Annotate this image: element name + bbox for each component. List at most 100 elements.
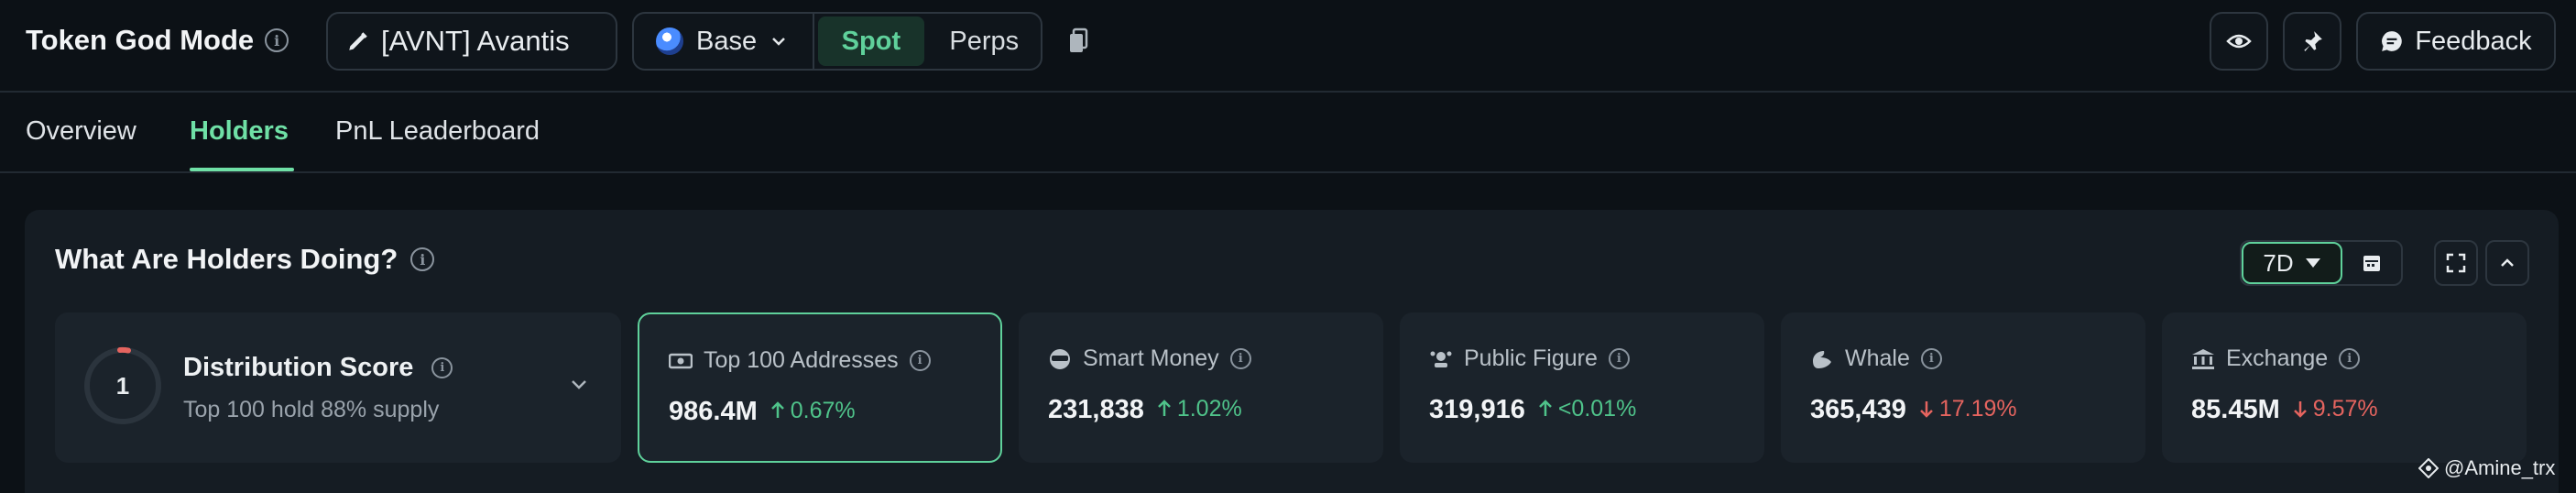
collapse-button[interactable] [2485, 240, 2529, 286]
metric-value-row: 231,838 1.02% [1048, 395, 1242, 425]
metric-change: 17.19% [1919, 396, 2017, 422]
distribution-score-card[interactable]: 1 Distribution Score i Top 100 hold 88% … [55, 312, 621, 463]
pencil-icon [349, 32, 367, 50]
chain-label: Base [696, 26, 758, 56]
metric-header: Whale i [1810, 345, 1942, 372]
panel-title: What Are Holders Doing? [55, 243, 398, 275]
chevron-down-icon [772, 38, 785, 46]
app-title-group: Token God Mode i [26, 24, 289, 57]
calendar-icon [2363, 256, 2380, 271]
segment-perps[interactable]: Perps [928, 14, 1041, 69]
info-icon[interactable]: i [265, 28, 289, 52]
watch-button[interactable] [2210, 12, 2268, 71]
metric-value: 986.4M [669, 397, 758, 426]
base-chain-icon [656, 27, 683, 55]
bank-icon [2192, 348, 2214, 369]
active-tab-indicator [190, 168, 294, 171]
distribution-score-value: 1 [115, 371, 130, 400]
metric-label: Public Figure [1464, 345, 1598, 371]
period-dropdown[interactable]: 7D [2242, 242, 2342, 284]
info-icon[interactable]: i [410, 247, 435, 271]
sunglasses-icon [1050, 348, 1070, 369]
arrow-up-icon [770, 401, 784, 418]
distribution-title-group: Distribution Score i [183, 353, 453, 383]
watermark: @Amine_trx [2418, 456, 2555, 480]
copy-icon[interactable] [1068, 27, 1090, 55]
metric-label: Exchange [2226, 345, 2329, 371]
metric-change: 9.57% [2293, 396, 2378, 422]
metric-change-value: <0.01% [1557, 395, 1637, 422]
distribution-title: Distribution Score [183, 353, 414, 382]
metric-label: Top 100 Addresses [704, 347, 899, 373]
feedback-button[interactable]: Feedback [2356, 12, 2556, 71]
tab-bar: Overview Holders PnL Leaderboard [0, 93, 2576, 173]
metric-card-whale[interactable]: Whale i 365,439 17.19% [1781, 312, 2145, 463]
info-icon[interactable]: i [1229, 348, 1251, 369]
calendar-button[interactable] [2342, 242, 2401, 284]
metric-value: 231,838 [1048, 395, 1144, 424]
metric-header: Smart Money i [1048, 345, 1251, 372]
panel-title-group: What Are Holders Doing? i [55, 243, 435, 276]
metric-header: Exchange i [2191, 345, 2361, 372]
info-icon[interactable]: i [1920, 348, 1942, 369]
caret-down-icon [2305, 258, 2320, 268]
metric-label: Whale [1845, 345, 1910, 371]
metric-change: <0.01% [1538, 395, 1637, 422]
crown-icon [1430, 351, 1452, 367]
distribution-subtitle: Top 100 hold 88% supply [183, 397, 440, 422]
metric-value: 319,916 [1429, 395, 1525, 424]
metric-header: Public Figure i [1429, 345, 1630, 372]
expand-icon [2446, 253, 2466, 273]
tab-holders[interactable]: Holders [190, 116, 289, 147]
metric-change-value: 0.67% [790, 397, 856, 423]
token-label: [AVNT] Avantis [381, 25, 570, 57]
eye-icon [2226, 34, 2252, 49]
tab-pnl-leaderboard[interactable]: PnL Leaderboard [335, 116, 540, 147]
whale-icon [1813, 350, 1831, 368]
app-title: Token God Mode [26, 24, 255, 56]
metric-value-row: 85.45M 9.57% [2191, 395, 2378, 425]
metric-change-value: 1.02% [1176, 395, 1242, 422]
watermark-text: @Amine_trx [2444, 456, 2556, 479]
money-icon [669, 353, 693, 368]
tab-overview[interactable]: Overview [26, 116, 136, 147]
metric-card-exchange[interactable]: Exchange i 85.45M 9.57% [2162, 312, 2527, 463]
chain-market-selector: Base Spot Perps [632, 12, 1042, 71]
metric-value-row: 986.4M 0.67% [669, 397, 856, 427]
chain-dropdown[interactable]: Base [634, 14, 815, 69]
feedback-label: Feedback [2415, 26, 2532, 56]
metric-header: Top 100 Addresses i [669, 347, 931, 374]
metric-change: 1.02% [1157, 396, 1242, 422]
info-icon[interactable]: i [1608, 348, 1630, 369]
metric-value: 85.45M [2191, 395, 2280, 424]
arrow-down-icon [2293, 401, 2307, 418]
metric-change: 0.67% [770, 398, 856, 424]
holders-panel: What Are Holders Doing? i 7D 1 Distribut… [25, 210, 2559, 493]
metric-change-value: 9.57% [2312, 395, 2378, 422]
pin-button[interactable] [2283, 12, 2341, 71]
arrow-up-icon [1157, 400, 1171, 416]
top-bar: Token God Mode i [AVNT] Avantis Base Spo… [0, 0, 2576, 93]
metric-value: 365,439 [1810, 395, 1906, 424]
info-icon[interactable]: i [2339, 348, 2361, 369]
info-icon[interactable]: i [909, 350, 931, 371]
arrow-up-icon [1538, 400, 1552, 416]
segment-spot[interactable]: Spot [818, 16, 924, 66]
diamond-logo-icon [2418, 458, 2439, 478]
metric-card-smart-money[interactable]: Smart Money i 231,838 1.02% [1019, 312, 1383, 463]
chat-bubble-icon [2382, 31, 2403, 51]
token-selector[interactable]: [AVNT] Avantis [326, 12, 617, 71]
chevron-up-icon [2501, 258, 2514, 267]
metric-card-top-100-addresses[interactable]: Top 100 Addresses i 986.4M 0.67% [638, 312, 1002, 463]
metric-change-value: 17.19% [1938, 395, 2017, 422]
pin-icon [2304, 31, 2322, 51]
fullscreen-button[interactable] [2434, 240, 2478, 286]
period-label: 7D [2263, 248, 2294, 277]
chevron-down-icon[interactable] [568, 373, 590, 395]
metric-value-row: 365,439 17.19% [1810, 395, 2017, 425]
metric-value-row: 319,916 <0.01% [1429, 395, 1636, 425]
metric-label: Smart Money [1083, 345, 1219, 371]
metric-card-public-figure[interactable]: Public Figure i 319,916 <0.01% [1400, 312, 1764, 463]
period-controls: 7D [2240, 240, 2403, 286]
info-icon[interactable]: i [431, 357, 453, 378]
